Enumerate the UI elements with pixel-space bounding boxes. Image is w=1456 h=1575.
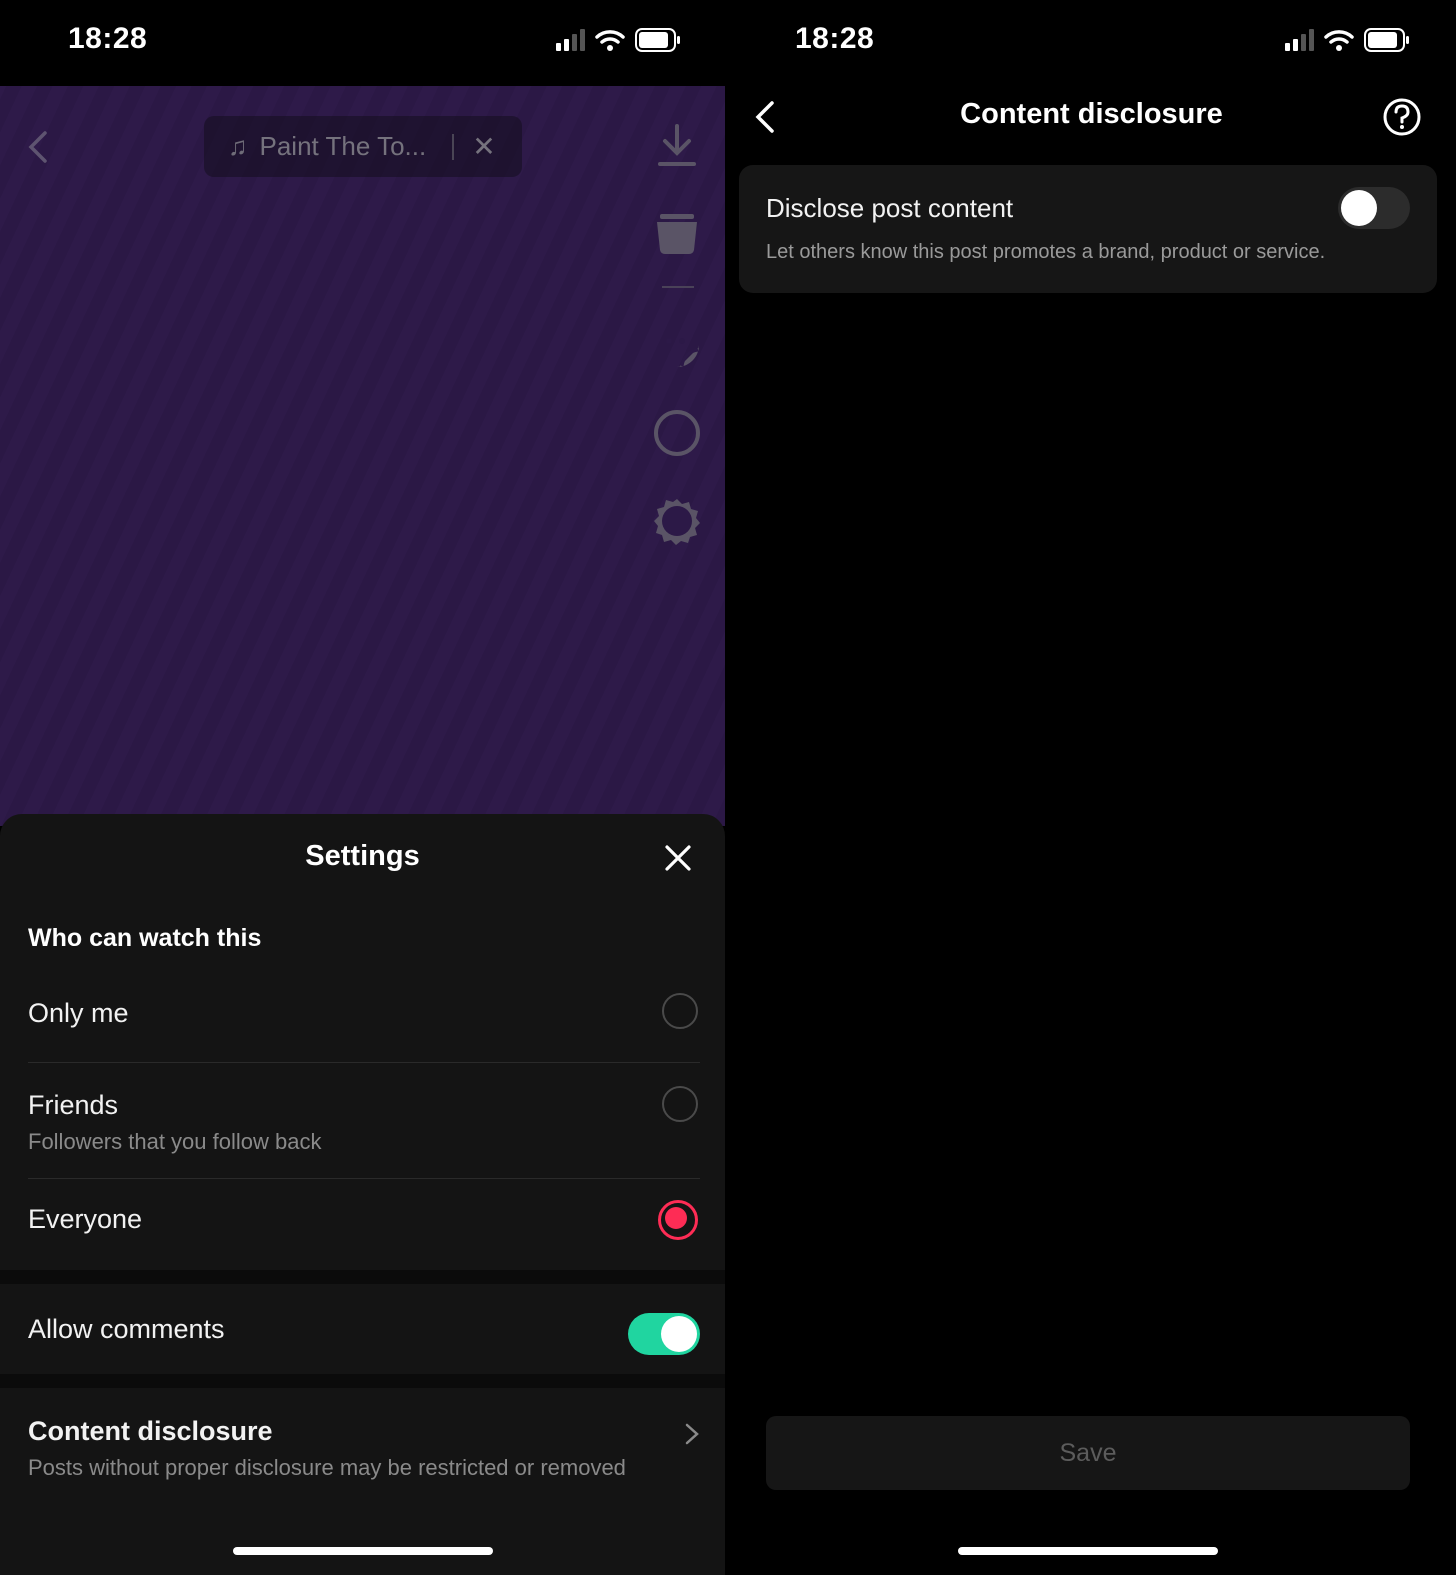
status-bar: 18:28 [0,0,727,86]
wifi-icon [595,30,625,51]
content-disclosure-sub: Posts without proper disclosure may be r… [28,1455,626,1480]
sticker-icon[interactable] [652,320,702,370]
disclose-post-label: Disclose post content [766,193,1014,223]
save-button[interactable]: Save [766,1416,1410,1490]
page-title: Content disclosure [960,98,1223,130]
allow-comments-label: Allow comments [28,1314,225,1344]
music-note-icon: ♫ [228,131,248,161]
option-only-me[interactable]: Only me [28,993,700,1054]
battery-icon [1364,28,1409,52]
home-indicator [233,1547,493,1555]
back-chevron-icon[interactable] [26,130,50,164]
status-bar: 18:28 [727,0,1456,86]
download-icon[interactable] [652,124,702,168]
content-disclosure-label: Content disclosure [28,1416,273,1446]
radio-friends[interactable] [662,1086,698,1122]
close-icon[interactable] [664,844,692,872]
settings-screen: 18:28 ♫ Paint The To... ✕ Settings Who c… [0,0,727,1575]
content-disclosure-screen: 18:28 Content disclosure Disclose post c… [727,0,1456,1575]
disclose-post-card: Disclose post content Let others know th… [739,165,1437,293]
toggle-knob [1341,190,1377,226]
cellular-signal-icon [556,29,585,51]
video-preview: ♫ Paint The To... ✕ [0,86,727,826]
battery-icon [635,28,680,52]
remove-sound-icon[interactable]: ✕ [472,130,495,163]
option-label: Everyone [28,1204,143,1234]
wifi-icon [1324,30,1354,51]
home-indicator [958,1547,1218,1555]
allow-comments-row[interactable]: Allow comments [28,1313,700,1374]
help-icon[interactable] [1382,97,1422,137]
sound-track-name: Paint The To... [259,131,427,161]
section-gap [0,1374,725,1388]
option-sub: Followers that you follow back [28,1129,322,1154]
sound-pill[interactable]: ♫ Paint The To... ✕ [204,116,522,177]
section-gap [0,1270,725,1284]
gear-icon[interactable] [652,496,702,546]
radio-only-me[interactable] [662,993,698,1029]
pill-divider [452,133,455,160]
divider [28,1062,700,1063]
status-time: 18:28 [68,22,148,55]
who-can-watch-label: Who can watch this [28,924,262,952]
circle-icon[interactable] [652,408,702,458]
option-everyone[interactable]: Everyone [28,1200,700,1260]
option-label: Friends [28,1090,119,1120]
allow-comments-toggle[interactable] [628,1313,700,1355]
settings-sheet: Settings Who can watch this Only me Frie… [0,814,725,1575]
cellular-signal-icon [1285,29,1314,51]
disclose-post-toggle[interactable] [1338,187,1410,229]
option-label: Only me [28,998,129,1028]
tool-separator [662,286,694,288]
disclose-post-sub: Let others know this post promotes a bra… [766,241,1326,263]
chevron-right-icon [685,1423,699,1445]
content-disclosure-row[interactable]: Content disclosure Posts without proper … [28,1416,700,1496]
option-friends[interactable]: Friends Followers that you follow back [28,1086,700,1170]
settings-title: Settings [305,840,420,872]
cup-icon[interactable] [652,212,702,256]
status-time: 18:28 [795,22,875,55]
divider [28,1178,700,1179]
toggle-knob [661,1316,697,1352]
radio-everyone[interactable] [658,1200,698,1240]
